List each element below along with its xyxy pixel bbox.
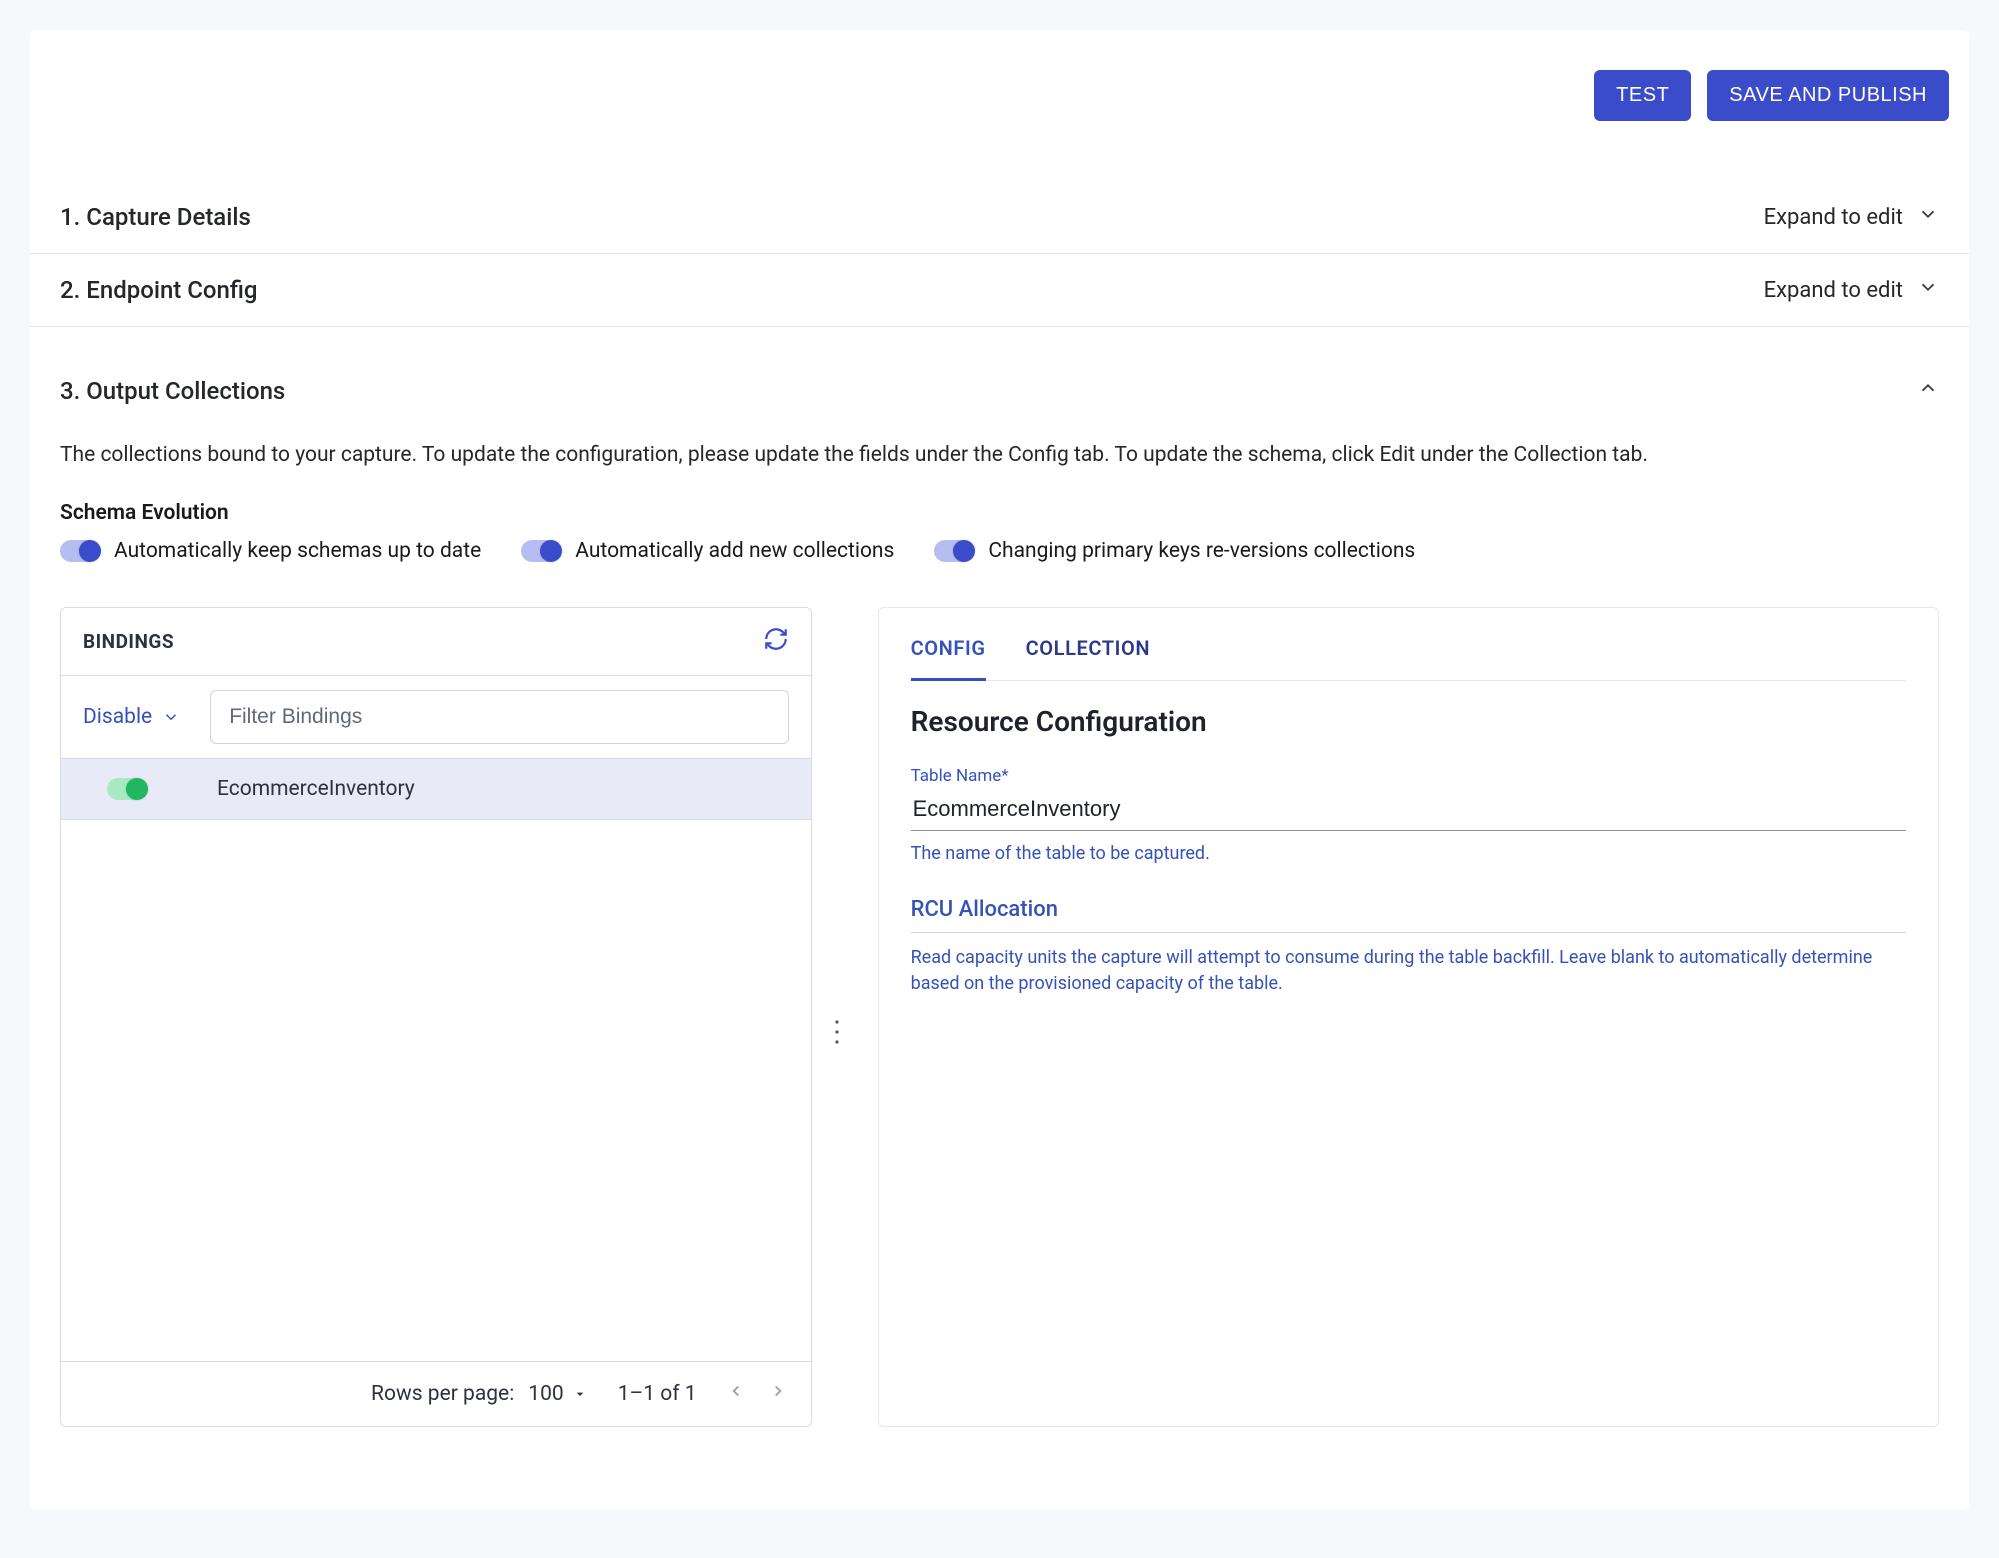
bindings-header: BINDINGS (61, 608, 811, 676)
table-name-label-text: Table Name (911, 766, 1002, 786)
binding-toggle[interactable] (107, 778, 147, 800)
expand-capture[interactable]: Expand to edit (1764, 203, 1939, 231)
switch-icon[interactable] (934, 540, 974, 562)
save-and-publish-button[interactable]: SAVE AND PUBLISH (1707, 70, 1949, 121)
pagination-nav (727, 1382, 787, 1406)
tab-config[interactable]: CONFIG (911, 636, 986, 681)
toggle-add-new-collections[interactable]: Automatically add new collections (521, 539, 894, 563)
schema-evolution-toggles: Automatically keep schemas up to date Au… (60, 539, 1939, 563)
table-name-label: Table Name* (911, 766, 1906, 786)
expand-hint-text: Expand to edit (1764, 278, 1903, 303)
section-output-body: The collections bound to your capture. T… (30, 425, 1969, 1427)
toggle-label: Automatically add new collections (575, 539, 894, 563)
section-title-capture: 1. Capture Details (60, 203, 251, 231)
bindings-empty-area (61, 820, 811, 1361)
rows-per-page-value: 100 (528, 1382, 563, 1406)
section-output-collections-header[interactable]: 3. Output Collections (30, 327, 1969, 425)
config-tabs: CONFIG COLLECTION (911, 636, 1906, 681)
table-name-input[interactable] (911, 786, 1906, 831)
toggle-pk-reversion[interactable]: Changing primary keys re-versions collec… (934, 539, 1415, 563)
refresh-icon[interactable] (763, 626, 789, 657)
config-panel: CONFIG COLLECTION Resource Configuration… (878, 607, 1939, 1427)
resource-config-heading: Resource Configuration (911, 705, 1906, 738)
tab-collection[interactable]: COLLECTION (1026, 636, 1151, 680)
expand-hint-text: Expand to edit (1764, 205, 1903, 230)
rcu-helper: Read capacity units the capture will att… (911, 945, 1906, 997)
toggle-label: Changing primary keys re-versions collec… (988, 539, 1415, 563)
bindings-panel: BINDINGS Disable EcommerceInventory (60, 607, 812, 1427)
pagination-range: 1–1 of 1 (618, 1382, 697, 1406)
chevron-down-icon (1917, 203, 1939, 231)
bindings-header-label: BINDINGS (83, 630, 174, 653)
top-actions: TEST SAVE AND PUBLISH (30, 70, 1969, 181)
section-title-output: 3. Output Collections (60, 377, 285, 405)
test-button[interactable]: TEST (1594, 70, 1691, 121)
schema-evolution-heading: Schema Evolution (60, 501, 1939, 525)
required-star: * (1001, 766, 1008, 786)
next-page-button[interactable] (769, 1382, 787, 1406)
binding-name: EcommerceInventory (217, 777, 415, 801)
prev-page-button[interactable] (727, 1382, 745, 1406)
toggle-keep-schemas[interactable]: Automatically keep schemas up to date (60, 539, 481, 563)
switch-icon[interactable] (60, 540, 100, 562)
binding-row[interactable]: EcommerceInventory (61, 758, 811, 820)
splitter-handle[interactable] (842, 607, 848, 1427)
section-capture-details[interactable]: 1. Capture Details Expand to edit (30, 181, 1969, 254)
rows-per-page: Rows per page: 100 (371, 1382, 588, 1406)
drag-handle-icon (834, 1017, 844, 1047)
table-name-helper: The name of the table to be captured. (911, 841, 1906, 867)
bindings-controls: Disable (61, 676, 811, 758)
chevron-up-icon[interactable] (1917, 377, 1939, 405)
output-description: The collections bound to your capture. T… (60, 443, 1939, 467)
chevron-down-icon (1917, 276, 1939, 304)
rows-per-page-select[interactable]: 100 (528, 1382, 587, 1406)
rows-per-page-label: Rows per page: (371, 1382, 514, 1406)
disable-label: Disable (83, 705, 152, 729)
chevron-down-icon (162, 708, 180, 726)
section-title-endpoint: 2. Endpoint Config (60, 276, 258, 304)
disable-button[interactable]: Disable (83, 705, 180, 729)
bindings-config-split: BINDINGS Disable EcommerceInventory (60, 607, 1939, 1427)
section-endpoint-config[interactable]: 2. Endpoint Config Expand to edit (30, 254, 1969, 327)
pagination: Rows per page: 100 1–1 of 1 (61, 1361, 811, 1426)
rcu-allocation-heading: RCU Allocation (911, 897, 1906, 933)
page-container: TEST SAVE AND PUBLISH 1. Capture Details… (30, 30, 1969, 1510)
filter-bindings-input[interactable] (210, 690, 788, 744)
caret-down-icon (572, 1386, 588, 1402)
switch-icon[interactable] (521, 540, 561, 562)
toggle-label: Automatically keep schemas up to date (114, 539, 481, 563)
expand-endpoint[interactable]: Expand to edit (1764, 276, 1939, 304)
